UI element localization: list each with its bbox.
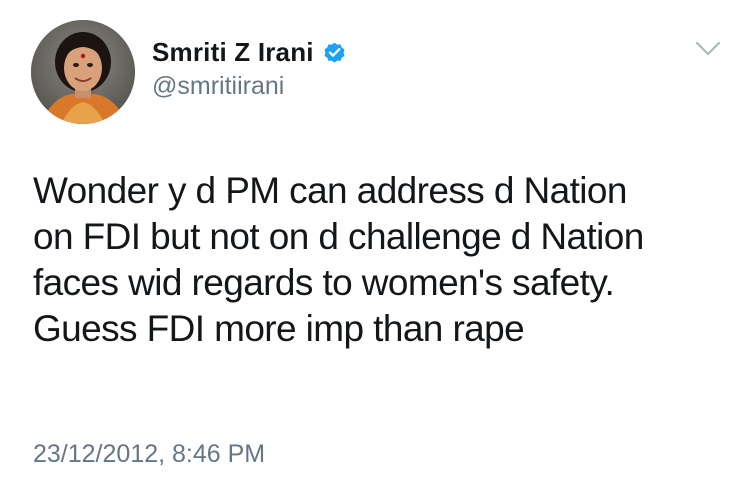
tweet-text-line: Wonder y d PM can address d Nation	[33, 170, 627, 211]
avatar-photo	[31, 20, 135, 124]
tweet-text-line: faces wid regards to women's safety.	[33, 262, 615, 303]
user-handle[interactable]: @smritiirani	[152, 72, 284, 101]
chevron-down-icon[interactable]	[695, 40, 721, 58]
tweet-text-line: on FDI but not on d challenge d Nation	[33, 216, 644, 257]
verified-badge-icon	[322, 40, 347, 65]
tweet-timestamp[interactable]: 23/12/2012, 8:46 PM	[33, 440, 265, 469]
display-name[interactable]: Smriti Z Irani	[152, 37, 314, 68]
tweet-card: Smriti Z Irani @smritiirani Wonder y d P…	[0, 0, 750, 495]
tweet-text-line: Guess FDI more imp than rape	[33, 308, 525, 349]
author-name-row: Smriti Z Irani	[152, 34, 347, 70]
avatar[interactable]	[31, 20, 135, 124]
tweet-text: Wonder y d PM can address d Nation on FD…	[33, 168, 733, 352]
